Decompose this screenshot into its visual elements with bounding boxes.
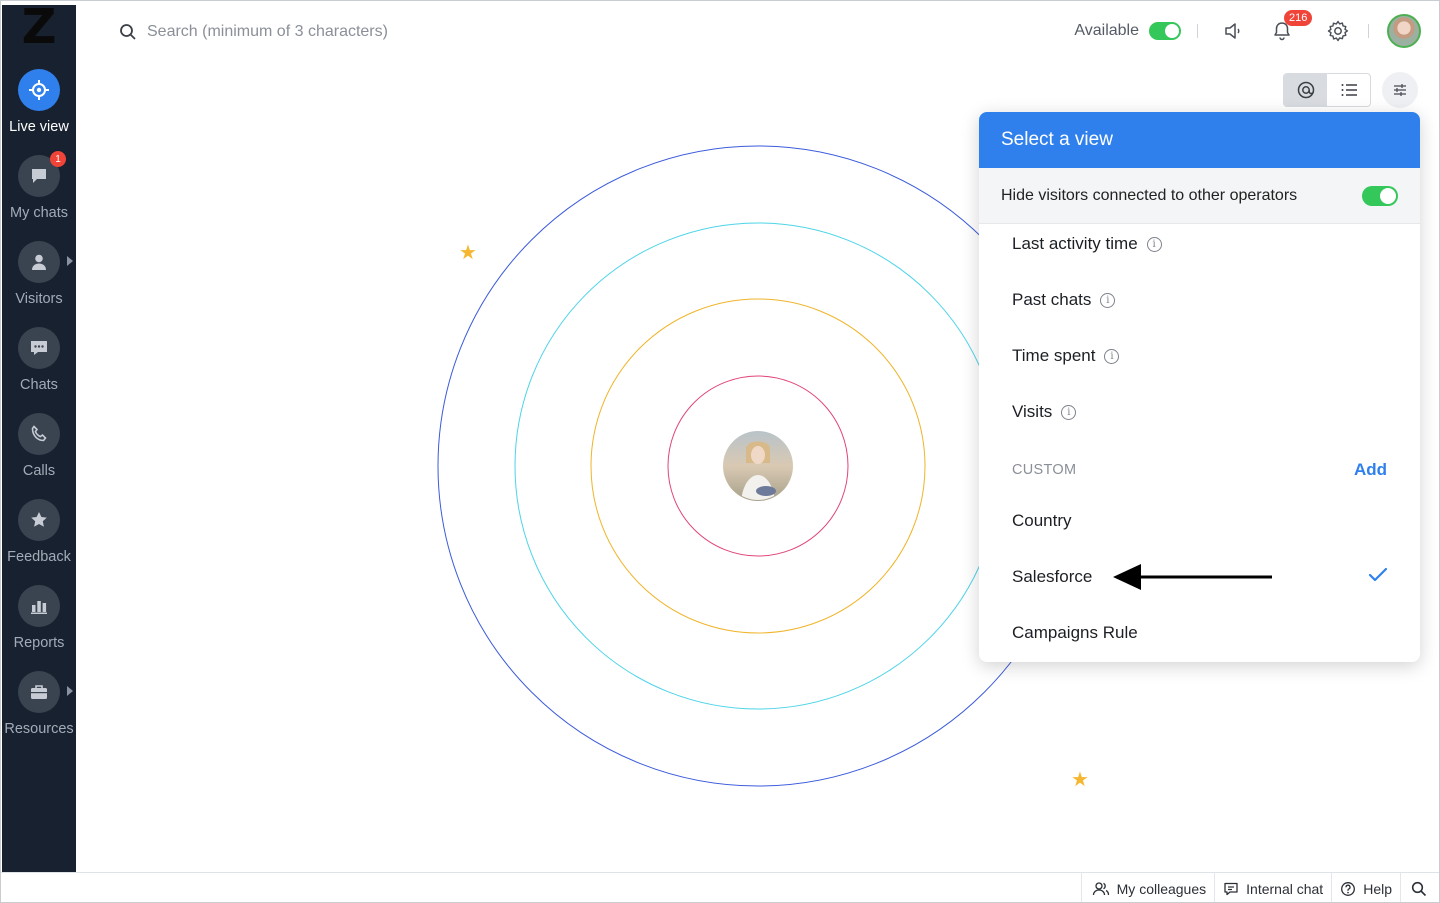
- info-icon[interactable]: i: [1100, 292, 1116, 308]
- view-option-salesforce[interactable]: Salesforce: [1012, 562, 1092, 592]
- bottom-search-button[interactable]: [1400, 873, 1439, 902]
- users-icon: [1092, 881, 1109, 895]
- internal-chat-button[interactable]: Internal chat: [1214, 873, 1331, 902]
- view-option-past-chats[interactable]: Past chats i: [1012, 285, 1116, 315]
- dropdown-title: Select a view: [979, 112, 1420, 168]
- hide-visitors-row: Hide visitors connected to other operato…: [979, 168, 1420, 224]
- search-icon: [1411, 881, 1427, 896]
- app-frame: Z Live view 1 My chats Visitors Chats Ca…: [0, 0, 1440, 903]
- hide-visitors-label: Hide visitors connected to other operato…: [1001, 186, 1298, 204]
- add-custom-view-button[interactable]: Add: [1354, 460, 1387, 480]
- view-option-last-activity-time[interactable]: Last activity time i: [1012, 229, 1162, 259]
- info-icon[interactable]: i: [1061, 404, 1077, 420]
- help-icon: [1341, 881, 1356, 896]
- my-colleagues-button[interactable]: My colleagues: [1080, 873, 1215, 902]
- view-option-country[interactable]: Country: [1012, 506, 1072, 536]
- info-icon[interactable]: i: [1104, 348, 1120, 364]
- help-button[interactable]: Help: [1331, 873, 1400, 902]
- selected-check-icon: [1368, 567, 1388, 582]
- custom-section-label: CUSTOM: [1012, 462, 1077, 478]
- annotation-arrow-icon: [1113, 564, 1272, 590]
- bottom-bar: My colleagues Internal chat Help: [1, 872, 1439, 902]
- visitor-star-icon[interactable]: ★: [459, 243, 477, 263]
- visitor-star-icon[interactable]: ★: [1071, 770, 1089, 790]
- view-option-campaigns-rule[interactable]: Campaigns Rule: [1012, 618, 1138, 648]
- info-icon[interactable]: i: [1146, 236, 1162, 252]
- message-icon: [1224, 882, 1238, 895]
- hide-visitors-toggle[interactable]: [1362, 185, 1398, 206]
- operator-avatar[interactable]: [723, 431, 793, 501]
- view-option-time-spent[interactable]: Time spent i: [1012, 341, 1120, 371]
- view-option-visits[interactable]: Visits i: [1012, 397, 1077, 427]
